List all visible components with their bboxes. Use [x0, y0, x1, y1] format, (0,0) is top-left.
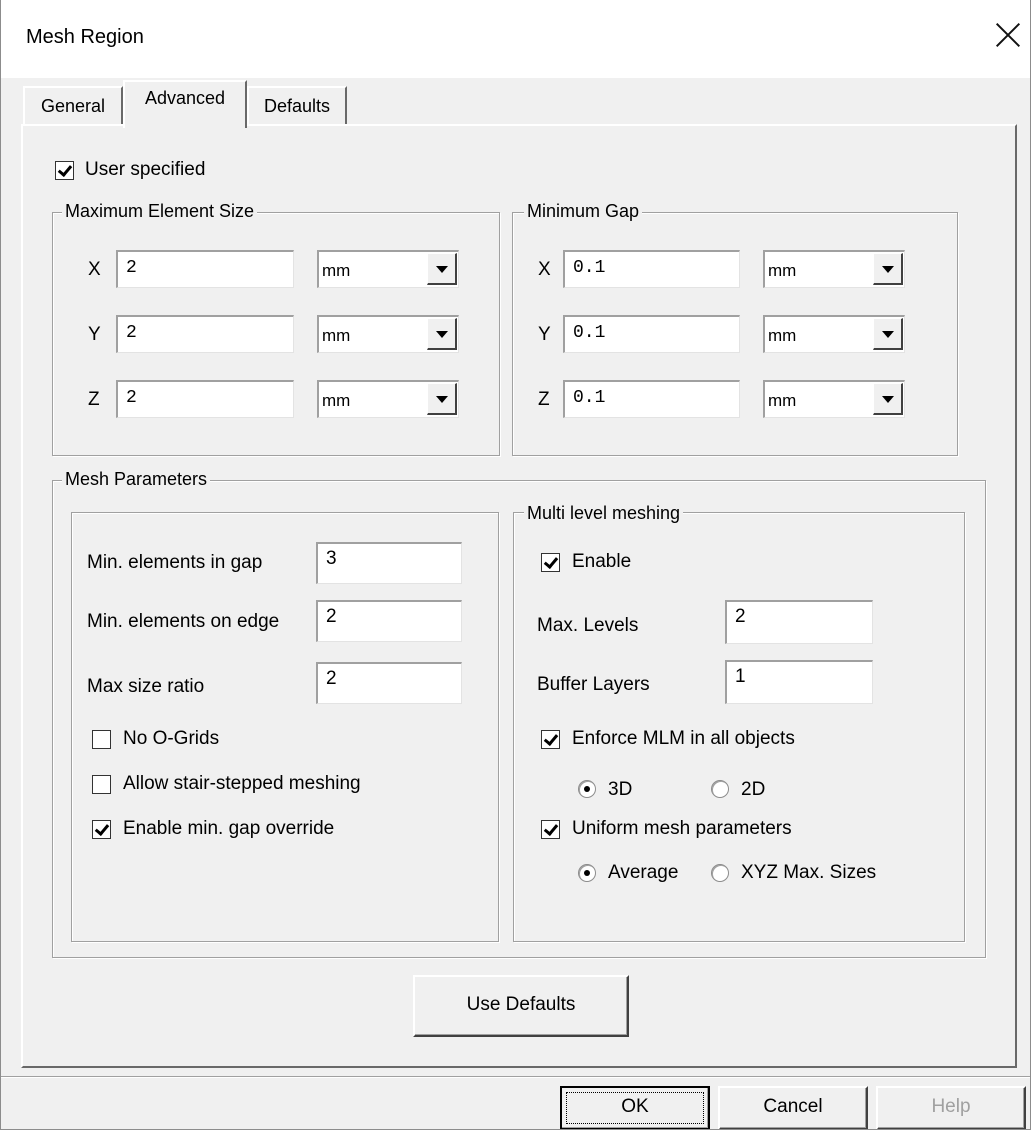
gap-z-unit-value: mm — [768, 391, 797, 410]
gap-y-input[interactable]: 0.1 — [563, 315, 740, 353]
gap-y-unit-value: mm — [768, 326, 797, 345]
max-x-unit-select[interactable]: mm — [317, 250, 459, 288]
uniform-mesh-checkbox[interactable] — [541, 820, 560, 839]
radio-2d-label: 2D — [741, 779, 766, 800]
chevron-down-icon[interactable] — [873, 383, 903, 415]
gap-y-label: Y — [538, 324, 551, 345]
max-y-input[interactable]: 2 — [116, 315, 294, 353]
enforce-mlm-checkbox[interactable] — [541, 730, 560, 749]
footer-separator — [0, 1076, 1031, 1078]
buffer-layers-input[interactable]: 1 — [725, 660, 873, 704]
radio-xyz-max[interactable] — [711, 864, 729, 882]
min-elements-gap-label: Min. elements in gap — [87, 552, 263, 573]
radio-2d[interactable] — [711, 780, 729, 798]
no-ogrids-checkbox[interactable] — [92, 730, 111, 749]
stair-stepped-label: Allow stair-stepped meshing — [123, 773, 361, 794]
enforce-mlm-label: Enforce MLM in all objects — [572, 728, 795, 749]
stair-stepped-checkbox[interactable] — [92, 775, 111, 794]
mlm-enable-label: Enable — [572, 551, 632, 572]
tab-advanced[interactable]: Advanced — [123, 80, 247, 128]
buffer-layers-label: Buffer Layers — [537, 674, 650, 695]
radio-xyz-max-label: XYZ Max. Sizes — [741, 862, 877, 883]
gap-x-input[interactable]: 0.1 — [563, 250, 740, 288]
min-gap-override-label: Enable min. gap override — [123, 818, 335, 839]
max-y-label: Y — [88, 324, 101, 345]
mesh-parameters-legend: Mesh Parameters — [62, 469, 211, 490]
max-element-size-legend: Maximum Element Size — [62, 201, 258, 222]
max-z-unit-value: mm — [322, 391, 351, 410]
gap-x-label: X — [538, 259, 551, 280]
use-defaults-button[interactable]: Use Defaults — [413, 975, 629, 1037]
radio-average-label: Average — [608, 862, 679, 883]
gap-y-unit-select[interactable]: mm — [763, 315, 905, 353]
min-elements-edge-input[interactable]: 2 — [316, 600, 462, 642]
gap-z-unit-select[interactable]: mm — [763, 380, 905, 418]
radio-3d[interactable] — [578, 780, 596, 798]
ok-button[interactable]: OK — [560, 1086, 710, 1130]
mlm-enable-checkbox[interactable] — [541, 553, 560, 572]
max-z-input[interactable]: 2 — [116, 380, 294, 418]
cancel-button[interactable]: Cancel — [718, 1086, 868, 1130]
radio-3d-label: 3D — [608, 779, 633, 800]
gap-z-input[interactable]: 0.1 — [563, 380, 740, 418]
max-z-label: Z — [88, 389, 100, 410]
gap-z-label: Z — [538, 389, 550, 410]
max-y-unit-select[interactable]: mm — [317, 315, 459, 353]
multi-level-legend: Multi level meshing — [524, 503, 684, 524]
max-x-label: X — [88, 259, 101, 280]
min-elements-gap-input[interactable]: 3 — [316, 542, 462, 584]
min-gap-override-checkbox[interactable] — [92, 820, 111, 839]
tab-defaults[interactable]: Defaults — [247, 86, 347, 124]
gap-x-unit-select[interactable]: mm — [763, 250, 905, 288]
min-elements-edge-label: Min. elements on edge — [87, 611, 280, 632]
max-levels-input[interactable]: 2 — [725, 600, 873, 644]
user-specified-checkbox[interactable] — [55, 161, 74, 180]
max-y-unit-value: mm — [322, 326, 351, 345]
no-ogrids-label: No O-Grids — [123, 728, 220, 749]
window-title: Mesh Region — [26, 26, 144, 48]
chevron-down-icon[interactable] — [873, 318, 903, 350]
gap-x-unit-value: mm — [768, 261, 797, 280]
max-x-unit-value: mm — [322, 261, 351, 280]
title-bar — [0, 0, 1031, 78]
tab-general[interactable]: General — [23, 86, 123, 124]
min-gap-legend: Minimum Gap — [524, 201, 643, 222]
user-specified-label: User specified — [85, 159, 206, 180]
max-x-input[interactable]: 2 — [116, 250, 294, 288]
radio-average[interactable] — [578, 864, 596, 882]
chevron-down-icon[interactable] — [427, 253, 457, 285]
max-size-ratio-input[interactable]: 2 — [316, 662, 462, 704]
chevron-down-icon[interactable] — [873, 253, 903, 285]
focus-rect — [566, 1092, 704, 1124]
close-icon[interactable] — [993, 20, 1023, 50]
max-levels-label: Max. Levels — [537, 615, 639, 636]
chevron-down-icon[interactable] — [427, 318, 457, 350]
max-size-ratio-label: Max size ratio — [87, 676, 205, 697]
chevron-down-icon[interactable] — [427, 383, 457, 415]
uniform-mesh-label: Uniform mesh parameters — [572, 818, 792, 839]
help-button[interactable]: Help — [876, 1086, 1026, 1130]
max-z-unit-select[interactable]: mm — [317, 380, 459, 418]
